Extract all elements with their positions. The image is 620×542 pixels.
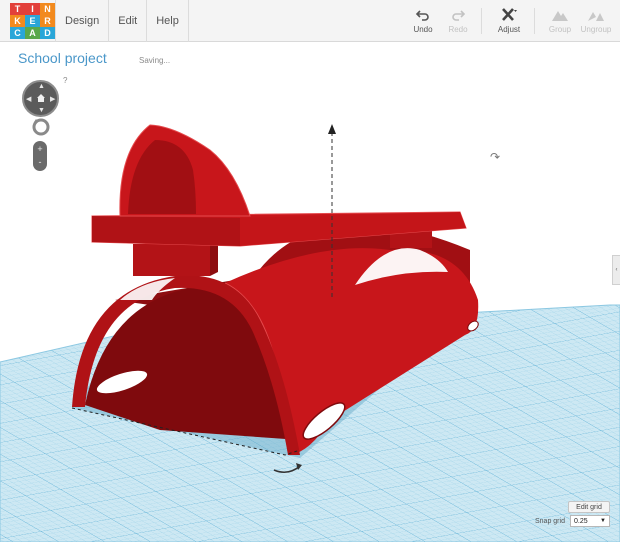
pan-left-icon[interactable]: ◀	[26, 95, 31, 103]
logo-letter: K	[10, 15, 25, 27]
save-status: Saving...	[139, 56, 171, 65]
edit-grid-button[interactable]: Edit grid	[568, 501, 610, 513]
adjust-label: Adjust	[497, 25, 521, 34]
logo-letter: T	[10, 3, 25, 15]
view-navigation-pad[interactable]: ▲ ▼ ◀ ▶	[22, 80, 59, 117]
logo-letter: C	[10, 27, 25, 39]
toolbar-divider	[481, 8, 482, 34]
zoom-out-button[interactable]: -	[33, 157, 47, 167]
workplane-viewport[interactable]: School project Saving... ? ▲ ▼ ◀ ▶ + - ↷…	[0, 43, 620, 542]
pan-up-icon[interactable]: ▲	[38, 83, 45, 90]
zoom-control: + -	[33, 141, 47, 171]
group-icon	[552, 11, 568, 21]
logo-letter: E	[25, 15, 40, 27]
undo-icon	[415, 10, 429, 21]
adjust-icon	[502, 8, 517, 21]
chevron-down-icon: ▼	[600, 518, 606, 524]
undo-label: Undo	[413, 25, 433, 34]
orbit-icon[interactable]	[32, 118, 50, 136]
logo-letter: N	[40, 3, 55, 15]
logo-letter: A	[25, 27, 40, 39]
menu-edit[interactable]: Edit	[108, 0, 146, 42]
menu-design[interactable]: Design	[55, 0, 108, 42]
redo-label: Redo	[448, 25, 468, 34]
tinkercad-logo[interactable]: TIN KER CAD	[10, 3, 55, 39]
menu-help[interactable]: Help	[146, 0, 189, 42]
top-toolbar: TIN KER CAD Design Edit Help Undo Redo Adj…	[0, 0, 620, 42]
group-label: Group	[548, 25, 572, 34]
home-icon[interactable]	[36, 93, 46, 102]
snap-grid-select[interactable]: 0.25 ▼	[570, 515, 610, 527]
ungroup-icon	[588, 12, 604, 21]
main-menu: Design Edit Help	[55, 0, 189, 42]
pan-right-icon[interactable]: ▶	[50, 95, 55, 103]
rotate-handle-icon[interactable]: ↷	[490, 150, 500, 164]
toolbar-divider	[534, 8, 535, 34]
zoom-in-button[interactable]: +	[33, 144, 47, 154]
redo-icon	[452, 10, 466, 21]
logo-letter: R	[40, 15, 55, 27]
pan-down-icon[interactable]: ▼	[38, 107, 45, 114]
ungroup-label: Ungroup	[580, 25, 612, 34]
project-title[interactable]: School project	[18, 50, 107, 66]
snap-grid-label: Snap grid	[535, 518, 565, 525]
snap-grid-value: 0.25	[574, 518, 588, 525]
ungroup-button[interactable]: Ungroup	[574, 7, 618, 34]
logo-letter: D	[40, 27, 55, 39]
side-panel-toggle[interactable]: ‹	[612, 255, 620, 285]
help-icon[interactable]: ?	[63, 76, 67, 85]
adjust-button[interactable]: Adjust	[487, 7, 531, 34]
3d-scene[interactable]	[0, 43, 620, 542]
logo-letter: I	[25, 3, 40, 15]
redo-button[interactable]: Redo	[436, 7, 480, 34]
